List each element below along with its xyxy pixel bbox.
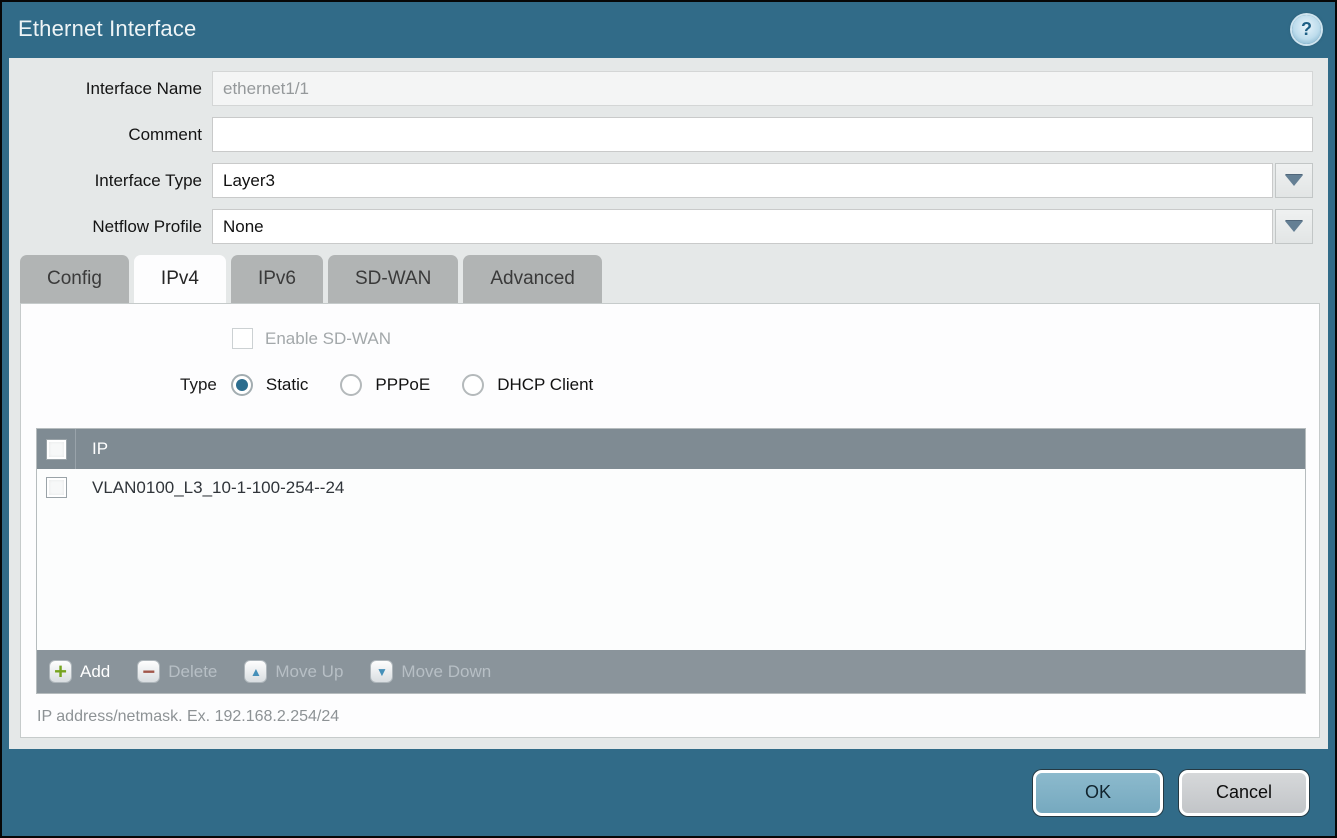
- enable-sdwan-row: Enable SD-WAN: [232, 328, 391, 349]
- tab-ipv4[interactable]: IPv4: [134, 255, 226, 303]
- minus-icon: −: [137, 660, 160, 683]
- radio-pppoe[interactable]: [340, 374, 362, 396]
- tab-ipv6[interactable]: IPv6: [231, 255, 323, 303]
- form-row-interface-type: Interface Type: [9, 163, 1313, 198]
- netflow-profile-dropdown-button[interactable]: [1275, 209, 1313, 244]
- ok-button[interactable]: OK: [1033, 770, 1163, 816]
- netflow-profile-field[interactable]: [212, 209, 1273, 244]
- ip-table-body: VLAN0100_L3_10-1-100-254--24: [37, 469, 1305, 650]
- tab-config[interactable]: Config: [20, 255, 129, 303]
- add-button[interactable]: + Add: [49, 660, 110, 683]
- netflow-profile-label: Netflow Profile: [9, 217, 212, 237]
- form-row-interface-name: Interface Name: [9, 71, 1313, 106]
- tab-sdwan[interactable]: SD-WAN: [328, 255, 458, 303]
- row-checkbox[interactable]: [46, 477, 67, 498]
- dialog-footer: OK Cancel: [2, 749, 1335, 836]
- delete-button-label: Delete: [168, 662, 217, 682]
- help-icon[interactable]: ?: [1292, 15, 1321, 44]
- comment-label: Comment: [9, 125, 212, 145]
- move-down-button: ▼ Move Down: [370, 660, 491, 683]
- select-all-checkbox[interactable]: [46, 439, 67, 460]
- comment-field[interactable]: [212, 117, 1313, 152]
- arrow-up-icon: ▲: [244, 660, 267, 683]
- ip-cell-value[interactable]: VLAN0100_L3_10-1-100-254--24: [76, 478, 344, 498]
- interface-form: Interface Name Comment Interface Type: [9, 58, 1328, 244]
- radio-option-static[interactable]: Static: [231, 374, 309, 396]
- form-row-netflow-profile: Netflow Profile: [9, 209, 1313, 244]
- form-row-comment: Comment: [9, 117, 1313, 152]
- interface-type-dropdown-button[interactable]: [1275, 163, 1313, 198]
- delete-button: − Delete: [137, 660, 217, 683]
- radio-dhcp-client[interactable]: [462, 374, 484, 396]
- type-radio-group: Type Static PPPoE DHCP Client: [180, 374, 625, 396]
- interface-name-field: [212, 71, 1313, 106]
- move-up-button: ▲ Move Up: [244, 660, 343, 683]
- interface-name-label: Interface Name: [9, 79, 212, 99]
- enable-sdwan-label: Enable SD-WAN: [265, 329, 391, 349]
- radio-static-label: Static: [266, 375, 309, 395]
- move-up-button-label: Move Up: [275, 662, 343, 682]
- interface-type-label: Interface Type: [9, 171, 212, 191]
- dialog-title: Ethernet Interface: [18, 16, 196, 42]
- ethernet-interface-dialog: Ethernet Interface ? Interface Name Comm…: [0, 0, 1337, 838]
- dialog-body: Interface Name Comment Interface Type: [9, 58, 1328, 749]
- ip-table-header: IP: [37, 429, 1305, 469]
- table-row[interactable]: VLAN0100_L3_10-1-100-254--24: [37, 469, 1305, 506]
- tab-bar: Config IPv4 IPv6 SD-WAN Advanced: [20, 255, 1328, 303]
- tab-advanced[interactable]: Advanced: [463, 255, 602, 303]
- radio-option-pppoe[interactable]: PPPoE: [340, 374, 430, 396]
- radio-static[interactable]: [231, 374, 253, 396]
- chevron-down-icon: [1285, 221, 1303, 232]
- add-button-label: Add: [80, 662, 110, 682]
- ipv4-tab-panel: Enable SD-WAN Type Static PPPoE DHCP Cli…: [20, 303, 1320, 738]
- radio-option-dhcp-client[interactable]: DHCP Client: [462, 374, 593, 396]
- ip-address-table: IP VLAN0100_L3_10-1-100-254--24 + Add: [36, 428, 1306, 694]
- ip-column-header: IP: [76, 439, 108, 459]
- enable-sdwan-checkbox: [232, 328, 253, 349]
- ip-format-hint: IP address/netmask. Ex. 192.168.2.254/24: [37, 708, 339, 726]
- arrow-down-icon: ▼: [370, 660, 393, 683]
- title-bar: Ethernet Interface ?: [2, 2, 1335, 56]
- cancel-button[interactable]: Cancel: [1179, 770, 1309, 816]
- row-checkbox-cell: [37, 469, 76, 506]
- interface-type-field[interactable]: [212, 163, 1273, 198]
- ip-table-toolbar: + Add − Delete ▲ Move Up ▼ Move Down: [37, 650, 1305, 693]
- chevron-down-icon: [1285, 175, 1303, 186]
- radio-pppoe-label: PPPoE: [375, 375, 430, 395]
- plus-icon: +: [49, 660, 72, 683]
- move-down-button-label: Move Down: [401, 662, 491, 682]
- radio-dhcp-client-label: DHCP Client: [497, 375, 593, 395]
- type-label: Type: [180, 375, 217, 395]
- select-all-cell: [37, 429, 76, 469]
